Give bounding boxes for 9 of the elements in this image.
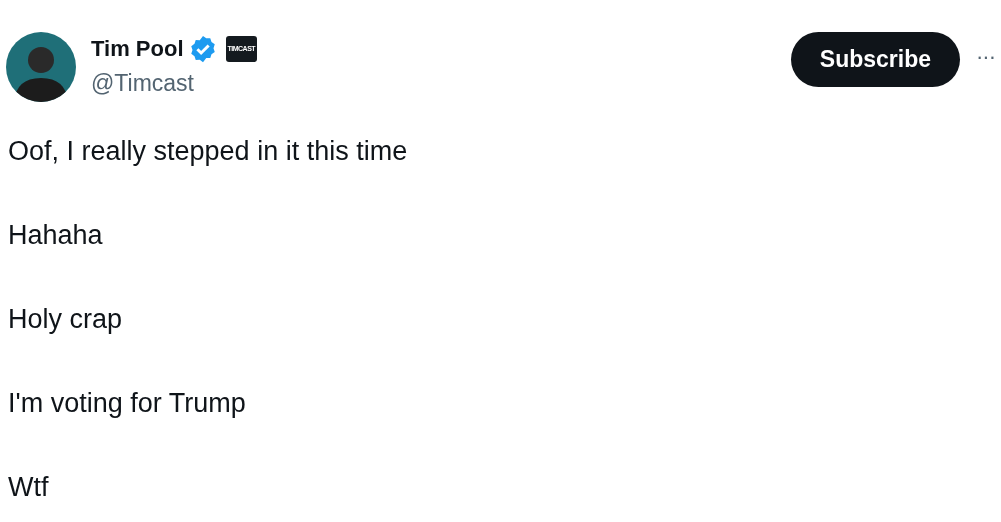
subscribe-button[interactable]: Subscribe <box>790 32 960 87</box>
author-handle[interactable]: @Timcast <box>91 70 258 97</box>
tweet-text: Oof, I really stepped in it this time <box>8 135 409 168</box>
author-name[interactable]: Tim Pool <box>91 36 184 62</box>
tweet-text: Holy crap <box>8 303 124 336</box>
tweet-text: Wtf <box>8 471 50 504</box>
tweet-text: I'm voting for Trump <box>8 387 247 420</box>
tweet-text: Hahaha <box>8 219 104 252</box>
more-button[interactable]: ··· <box>976 42 995 72</box>
